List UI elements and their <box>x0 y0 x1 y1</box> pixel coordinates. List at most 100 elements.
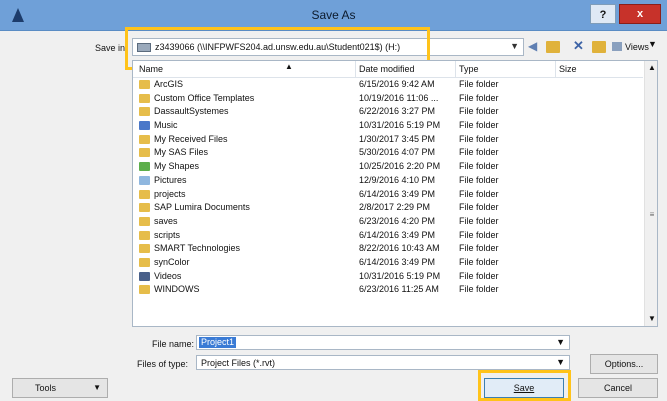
chevron-down-icon[interactable]: ▼ <box>556 337 565 347</box>
file-date: 6/14/2016 3:49 PM <box>359 256 436 267</box>
save-in-dropdown[interactable]: z3439066 (\\INFPWFS204.ad.unsw.edu.au\St… <box>132 38 524 56</box>
file-name-value[interactable]: Project1 <box>199 337 237 348</box>
shapes-folder-icon <box>139 162 150 172</box>
file-row[interactable]: WINDOWS 6/23/2016 11:25 AM File folder <box>133 283 643 297</box>
file-date: 8/22/2016 10:43 AM <box>359 243 440 254</box>
file-date: 10/25/2016 2:20 PM <box>359 161 441 172</box>
close-button[interactable]: x <box>619 4 661 24</box>
file-date: 6/14/2016 3:49 PM <box>359 188 436 199</box>
title-bar: Save As ? x <box>0 0 667 31</box>
save-in-label: Save in: <box>95 43 128 53</box>
file-type: File folder <box>459 215 499 226</box>
save-button-label: Save <box>513 383 535 393</box>
file-date: 2/8/2017 2:29 PM <box>359 202 431 213</box>
folder-icon <box>139 203 150 213</box>
views-dropdown-arrow-icon[interactable]: ▼ <box>648 39 657 49</box>
file-date: 10/31/2016 5:19 PM <box>359 120 441 131</box>
save-in-value: z3439066 (\\INFPWFS204.ad.unsw.edu.au\St… <box>155 42 401 52</box>
file-name: WINDOWS <box>154 284 200 295</box>
column-divider <box>355 61 356 77</box>
help-button[interactable]: ? <box>590 4 616 24</box>
file-name: saves <box>154 215 178 226</box>
file-name: synColor <box>154 256 190 267</box>
folder-icon <box>139 148 150 158</box>
file-type: File folder <box>459 243 499 254</box>
file-row[interactable]: My Shapes 10/25/2016 2:20 PM File folder <box>133 160 643 174</box>
file-row[interactable]: DassaultSystemes 6/22/2016 3:27 PM File fo… <box>133 105 643 119</box>
file-row[interactable]: Videos 10/31/2016 5:19 PM File folder <box>133 270 643 284</box>
videos-folder-icon <box>139 271 150 281</box>
delete-icon[interactable]: ✕ <box>573 38 584 54</box>
views-label: Views <box>625 42 649 52</box>
file-row[interactable]: scripts 6/14/2016 3:49 PM File folder <box>133 229 643 243</box>
file-date: 1/30/2017 3:45 PM <box>359 133 436 144</box>
file-name: Videos <box>154 270 182 281</box>
file-row[interactable]: projects 6/14/2016 3:49 PM File folder <box>133 188 643 202</box>
file-type-dropdown[interactable]: Project Files (*.rvt) ▼ <box>196 355 570 370</box>
file-type: File folder <box>459 202 499 213</box>
file-type: File folder <box>459 229 499 240</box>
file-name: My Shapes <box>154 161 200 172</box>
column-divider <box>455 61 456 77</box>
file-type: File folder <box>459 79 499 89</box>
file-name: My Received Files <box>154 133 228 144</box>
tools-button[interactable]: Tools ▼ <box>12 378 108 398</box>
scroll-down-icon[interactable]: ▼ <box>645 312 657 326</box>
column-header-name[interactable]: Name <box>139 64 163 74</box>
column-header-type[interactable]: Type <box>459 64 479 74</box>
save-button[interactable]: Save <box>484 378 564 398</box>
column-header-size[interactable]: Size <box>559 64 577 74</box>
new-folder-icon[interactable] <box>592 41 606 53</box>
file-row[interactable]: My SAS Files 5/30/2016 4:07 PM File folder <box>133 146 643 160</box>
views-icon <box>612 42 622 51</box>
file-name: Custom Office Templates <box>154 92 255 103</box>
folder-icon <box>139 107 150 117</box>
views-button[interactable]: Views <box>612 39 649 55</box>
folder-icon <box>139 244 150 254</box>
file-row[interactable]: Custom Office Templates 10/19/2016 11:06 … <box>133 92 643 106</box>
chevron-down-icon[interactable]: ▼ <box>556 357 565 367</box>
file-rows: ArcGIS 6/15/2016 9:42 AM File folder Custom… <box>133 78 643 297</box>
cancel-button[interactable]: Cancel <box>578 378 658 398</box>
column-header-row: Name ▲ Date modified Type Size <box>133 61 643 78</box>
file-name: SMART Technologies <box>154 243 241 254</box>
file-date: 6/14/2016 3:49 PM <box>359 229 436 240</box>
chevron-down-icon[interactable]: ▼ <box>510 41 519 51</box>
file-row[interactable]: ArcGIS 6/15/2016 9:42 AM File folder <box>133 78 643 92</box>
column-header-date[interactable]: Date modified <box>359 64 415 74</box>
file-row[interactable]: SAP Lumira Documents 2/8/2017 2:29 PM File… <box>133 201 643 215</box>
scroll-grip-icon[interactable]: ≡ <box>648 210 656 219</box>
file-type: File folder <box>459 256 499 267</box>
tools-button-label: Tools <box>35 383 57 393</box>
up-folder-icon[interactable] <box>546 41 560 53</box>
file-row[interactable]: saves 6/23/2016 4:20 PM File folder <box>133 215 643 229</box>
file-type: File folder <box>459 147 499 158</box>
file-type: File folder <box>459 106 499 117</box>
file-row[interactable]: Pictures 12/9/2016 4:10 PM File folder <box>133 174 643 188</box>
back-arrow-icon[interactable]: ◀ <box>528 38 537 54</box>
file-name-label: File name: <box>152 339 195 349</box>
file-type: File folder <box>459 270 499 281</box>
vertical-scrollbar[interactable]: ▲ ≡ ▼ <box>644 61 657 326</box>
file-type-value: Project Files (*.rvt) <box>201 358 276 368</box>
file-row[interactable]: SMART Technologies 8/22/2016 10:43 AM File… <box>133 242 643 256</box>
file-type: File folder <box>459 284 499 295</box>
file-name: Music <box>154 120 178 131</box>
folder-icon <box>139 80 150 89</box>
options-button[interactable]: Options... <box>590 354 658 374</box>
file-type: File folder <box>459 188 499 199</box>
file-row[interactable]: Music 10/31/2016 5:19 PM File folder <box>133 119 643 133</box>
file-row[interactable]: synColor 6/14/2016 3:49 PM File folder <box>133 256 643 270</box>
pictures-folder-icon <box>139 175 150 185</box>
music-folder-icon <box>139 121 150 131</box>
file-name: projects <box>154 188 186 199</box>
file-row[interactable]: My Received Files 1/30/2017 3:45 PM File f… <box>133 133 643 147</box>
file-name: DassaultSystemes <box>154 106 229 117</box>
file-date: 6/23/2016 11:25 AM <box>359 284 439 295</box>
scroll-up-icon[interactable]: ▲ <box>645 61 657 75</box>
file-name-input[interactable]: Project1 ▼ <box>196 335 570 350</box>
file-name: My SAS Files <box>154 147 209 158</box>
folder-icon <box>139 216 150 226</box>
file-list[interactable]: Name ▲ Date modified Type Size ArcGIS 6/1… <box>132 60 658 327</box>
file-name: Pictures <box>154 174 187 185</box>
